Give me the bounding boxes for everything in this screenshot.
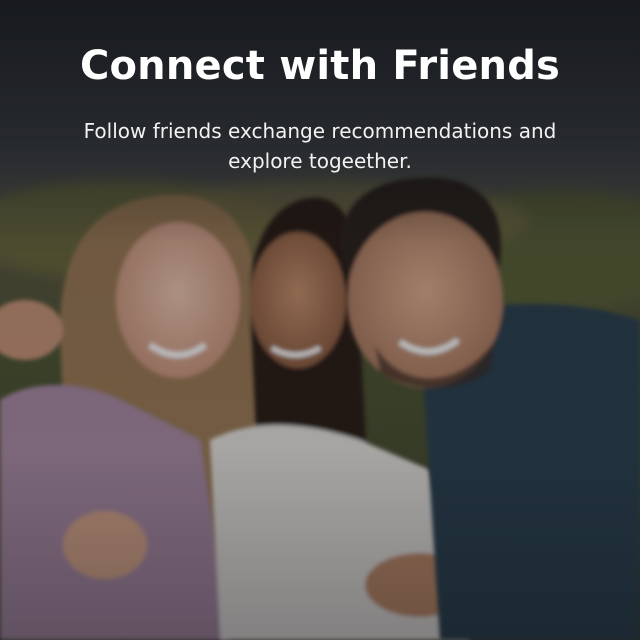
dark-gradient-overlay [0, 0, 640, 640]
onboarding-description: Follow friends exchange recommendations … [83, 119, 557, 173]
onboarding-title: Connect with Friends [79, 43, 561, 89]
onboarding-screen: Connect with Friends Follow friends exch… [0, 0, 640, 640]
